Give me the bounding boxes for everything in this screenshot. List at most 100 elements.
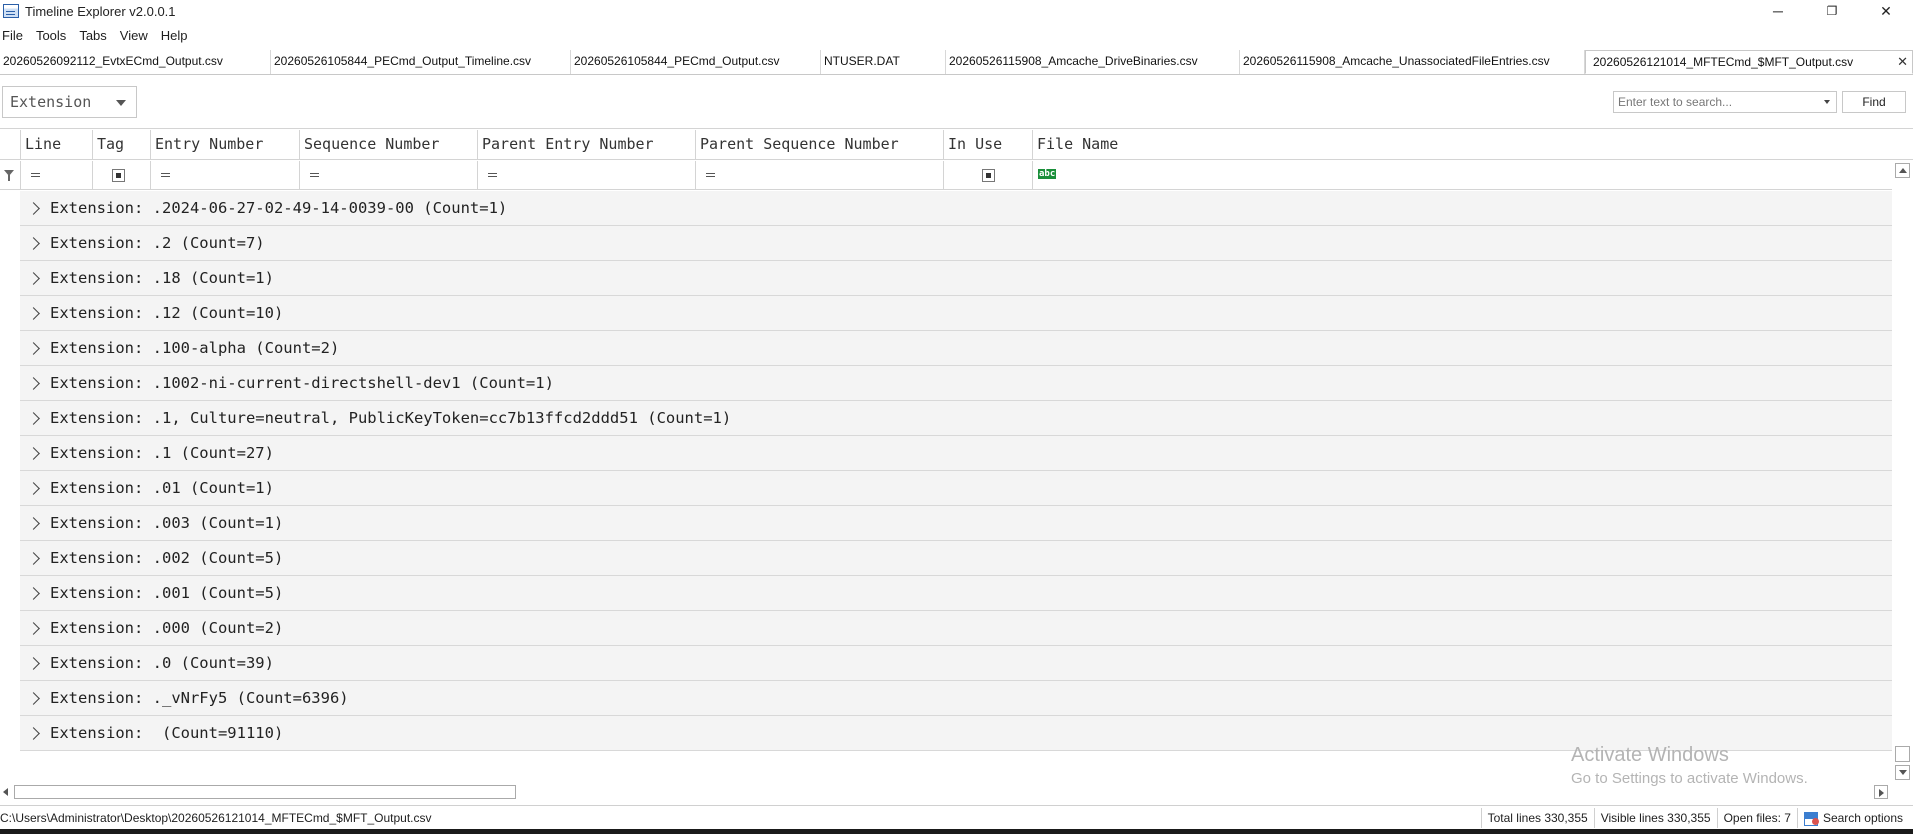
tab-label: 20260526105844_PECmd_Output.csv	[574, 54, 780, 68]
column-header-entry-number[interactable]: Entry Number	[150, 130, 299, 160]
tab-pecmd-output[interactable]: 20260526105844_PECmd_Output.csv	[571, 50, 821, 74]
group-row[interactable]: Extension: .18 (Count=1)	[20, 261, 1892, 296]
filter-line[interactable]	[20, 161, 92, 190]
tab-pecmd-output-timeline[interactable]: 20260526105844_PECmd_Output_Timeline.csv	[271, 50, 571, 74]
column-header-parent-entry-number[interactable]: Parent Entry Number	[477, 130, 695, 160]
scroll-down-icon[interactable]	[1895, 765, 1910, 780]
group-row[interactable]: Extension: .002 (Count=5)	[20, 541, 1892, 576]
find-button[interactable]: Find	[1842, 91, 1906, 113]
group-row-label: Extension: .000 (Count=2)	[50, 619, 284, 637]
column-header-line[interactable]: Line	[20, 130, 92, 160]
chevron-right-icon[interactable]	[27, 306, 40, 320]
group-row-label: Extension: (Count=91110)	[50, 724, 284, 742]
filter-parent-sequence-number[interactable]	[695, 161, 943, 190]
group-row[interactable]: Extension: .001 (Count=5)	[20, 576, 1892, 611]
group-row-label: Extension: .1 (Count=27)	[50, 444, 274, 462]
minimize-button[interactable]: ─	[1751, 0, 1805, 22]
filter-in-use[interactable]	[943, 161, 1032, 190]
filter-file-name[interactable]: abc	[1032, 161, 1892, 190]
search-options-button[interactable]: Search options	[1796, 808, 1909, 828]
chevron-right-icon[interactable]	[27, 236, 40, 250]
group-row[interactable]: Extension: .2 (Count=7)	[20, 226, 1892, 261]
chevron-right-icon[interactable]	[27, 411, 40, 425]
status-visible-lines: Visible lines 330,355	[1593, 808, 1717, 828]
column-header-file-name[interactable]: File Name	[1032, 130, 1892, 160]
text-filter-icon: abc	[1038, 169, 1057, 179]
chevron-right-icon[interactable]	[27, 201, 40, 215]
horizontal-scroll-thumb[interactable]	[14, 785, 516, 799]
chevron-down-icon[interactable]	[1824, 100, 1830, 104]
window-title: Timeline Explorer v2.0.0.1	[25, 3, 176, 19]
column-header-in-use[interactable]: In Use	[943, 130, 1032, 160]
filter-entry-number[interactable]	[150, 161, 299, 190]
chevron-right-icon[interactable]	[27, 516, 40, 530]
menu-tabs[interactable]: Tabs	[77, 28, 113, 43]
chevron-right-icon[interactable]	[27, 551, 40, 565]
group-row-label: Extension: .18 (Count=1)	[50, 269, 274, 287]
scroll-up-icon[interactable]	[1895, 163, 1910, 178]
tab-ntuser-dat[interactable]: NTUSER.DAT	[821, 50, 946, 74]
search-input[interactable]: Enter text to search...	[1613, 91, 1837, 113]
group-row-label: Extension: .2 (Count=7)	[50, 234, 265, 252]
activation-watermark: Activate Windows Go to Settings to activ…	[1571, 744, 1808, 787]
group-row[interactable]: Extension: .01 (Count=1)	[20, 471, 1892, 506]
group-row[interactable]: Extension: .0 (Count=39)	[20, 646, 1892, 681]
status-bar: C:\Users\Administrator\Desktop\202605261…	[0, 805, 1913, 829]
chevron-right-icon[interactable]	[27, 376, 40, 390]
tab-amcache-unassociatedfileentries[interactable]: 20260526115908_Amcache_UnassociatedFileE…	[1240, 50, 1585, 74]
column-header-parent-sequence-number[interactable]: Parent Sequence Number	[695, 130, 943, 160]
group-row-label: Extension: .002 (Count=5)	[50, 549, 284, 567]
vertical-scrollbar[interactable]	[1892, 161, 1913, 784]
close-tab-icon[interactable]: ✕	[1897, 54, 1908, 70]
status-file-path: C:\Users\Administrator\Desktop\202605261…	[0, 811, 432, 825]
column-header-sequence-number[interactable]: Sequence Number	[299, 130, 477, 160]
close-window-button[interactable]: ✕	[1859, 0, 1913, 22]
chevron-right-icon[interactable]	[27, 271, 40, 285]
status-open-files: Open files: 7	[1716, 808, 1797, 828]
status-total-lines: Total lines 330,355	[1480, 808, 1594, 828]
tab-evtxecmd-output[interactable]: 20260526092112_EvtxECmd_Output.csv	[0, 50, 271, 74]
group-row[interactable]: Extension: .003 (Count=1)	[20, 506, 1892, 541]
filter-checkbox[interactable]	[112, 169, 125, 182]
chevron-right-icon[interactable]	[27, 726, 40, 740]
chevron-right-icon[interactable]	[27, 656, 40, 670]
chevron-right-icon[interactable]	[27, 446, 40, 460]
status-right: Total lines 330,355 Visible lines 330,35…	[1480, 806, 1909, 830]
group-by-dropdown[interactable]: Extension	[2, 86, 137, 118]
filter-parent-entry-number[interactable]	[477, 161, 695, 190]
tab-amcache-drivebinaries[interactable]: 20260526115908_Amcache_DriveBinaries.csv	[946, 50, 1240, 74]
group-row[interactable]: Extension: .12 (Count=10)	[20, 296, 1892, 331]
group-row[interactable]: Extension: .1002-ni-current-directshell-…	[20, 366, 1892, 401]
equals-icon	[310, 173, 319, 177]
chevron-right-icon[interactable]	[27, 341, 40, 355]
scroll-left-icon[interactable]	[0, 785, 14, 799]
group-row[interactable]: Extension: .000 (Count=2)	[20, 611, 1892, 646]
scroll-right-icon[interactable]	[1874, 785, 1888, 799]
menu-tools[interactable]: Tools	[34, 28, 73, 43]
tab-label: 20260526092112_EvtxECmd_Output.csv	[3, 54, 223, 68]
chevron-right-icon[interactable]	[27, 481, 40, 495]
search-options-icon	[1803, 811, 1819, 826]
menu-view[interactable]: View	[118, 28, 155, 43]
filter-checkbox[interactable]	[982, 169, 995, 182]
restore-button[interactable]: ❐	[1805, 0, 1859, 22]
chevron-right-icon[interactable]	[27, 586, 40, 600]
menu-help[interactable]: Help	[159, 28, 195, 43]
chevron-right-icon[interactable]	[27, 691, 40, 705]
group-row[interactable]: Extension: .1, Culture=neutral, PublicKe…	[20, 401, 1892, 436]
group-row[interactable]: Extension: .100-alpha (Count=2)	[20, 331, 1892, 366]
group-row[interactable]: Extension: .2024-06-27-02-49-14-0039-00 …	[20, 191, 1892, 226]
column-header-tag[interactable]: Tag	[92, 130, 150, 160]
menu-file[interactable]: File	[0, 28, 30, 43]
filter-tag[interactable]	[92, 161, 150, 190]
group-row[interactable]: Extension: .1 (Count=27)	[20, 436, 1892, 471]
vertical-scroll-thumb[interactable]	[1895, 746, 1910, 762]
group-row-label: Extension: .01 (Count=1)	[50, 479, 274, 497]
group-row-label: Extension: .003 (Count=1)	[50, 514, 284, 532]
taskbar-edge	[0, 829, 1913, 834]
filter-sequence-number[interactable]	[299, 161, 477, 190]
chevron-right-icon[interactable]	[27, 621, 40, 635]
group-row-label: Extension: .100-alpha (Count=2)	[50, 339, 340, 357]
tab-mftecmd-output[interactable]: 20260526121014_MFTECmd_$MFT_Output.csv ✕	[1585, 50, 1913, 74]
group-row[interactable]: Extension: ._vNrFy5 (Count=6396)	[20, 681, 1892, 716]
